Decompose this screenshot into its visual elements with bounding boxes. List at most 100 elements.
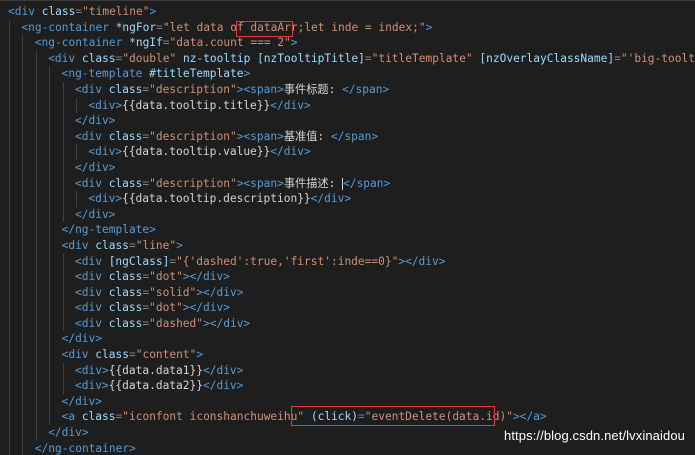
code-token-tag: </div>	[75, 114, 116, 128]
indent-guide	[22, 362, 24, 379]
code-token-str: let inde = index;"	[304, 20, 426, 34]
code-token-str: "double"	[122, 51, 177, 65]
indent-guide	[35, 66, 37, 82]
indent-guide	[49, 81, 51, 98]
code-line[interactable]: <div class="dashed"></div>	[0, 315, 695, 332]
code-token-tag: <span>	[243, 176, 284, 190]
indent-guide	[62, 81, 64, 98]
code-line[interactable]: <div class="timeline">	[0, 4, 695, 20]
code-token-tag: <div	[75, 254, 109, 268]
indent-guide	[35, 284, 37, 301]
indent-guide	[35, 237, 37, 254]
indent-guide	[9, 269, 10, 285]
indent-guide	[49, 393, 51, 410]
code-token-tag: </span>	[343, 176, 391, 190]
indent-guide	[49, 237, 51, 254]
code-token-tag: >	[512, 410, 520, 424]
indent-guide	[9, 191, 10, 207]
code-token-str: "dashed"	[149, 316, 204, 330]
code-line[interactable]: </div>	[0, 331, 695, 348]
code-line[interactable]: <div>{{data.tooltip.title}}</div>	[0, 97, 695, 114]
indent-guide	[35, 175, 37, 192]
indent-guide	[22, 331, 24, 348]
code-token-tag: <div	[75, 270, 109, 284]
indent-guide	[35, 425, 37, 441]
indent-guide	[22, 144, 24, 160]
code-line[interactable]: </div>	[0, 159, 695, 176]
code-line[interactable]: <div [ngClass]="{'dashed':true,'first':i…	[0, 253, 695, 270]
code-token-tag: >	[290, 36, 298, 50]
code-editor[interactable]: <div class="timeline"> <ng-container *ngF…	[0, 0, 695, 455]
code-line[interactable]: <div class="description"><span>基准值: </sp…	[0, 128, 695, 145]
code-line[interactable]: </ng-template>	[0, 222, 695, 238]
code-area[interactable]: <div class="timeline"> <ng-container *ngF…	[0, 4, 695, 455]
indent-guide	[22, 222, 24, 238]
code-line[interactable]: <div class="line">	[0, 237, 695, 254]
code-line[interactable]: <div class="description"><span>事件描述: </s…	[0, 175, 695, 192]
code-token-tag: </ng-template>	[61, 223, 156, 237]
indent-guide	[22, 159, 24, 176]
indent-guide	[49, 128, 51, 145]
indent-guide	[35, 191, 37, 207]
code-token-attr: class	[108, 301, 143, 315]
code-line[interactable]: <div>{{data.data2}}</div>	[0, 378, 695, 394]
code-token-tag: <div	[75, 285, 109, 299]
code-line[interactable]: </div>	[0, 113, 695, 129]
code-token-text: {{data.data1}}	[108, 363, 203, 377]
indent-guide	[22, 191, 24, 207]
indent-guide	[9, 19, 10, 36]
code-line[interactable]: <div class="content">	[0, 347, 695, 363]
code-token-tag: </div>	[270, 98, 311, 112]
code-token-attr: class	[41, 5, 76, 18]
code-token-attr: class	[108, 129, 143, 143]
indent-guide	[62, 284, 64, 301]
code-token-attr: class	[108, 82, 143, 96]
indent-guide	[9, 113, 10, 129]
indent-guide	[9, 331, 10, 348]
code-token-text: {{data.tooltip.title}}	[122, 98, 271, 112]
indent-guide	[62, 97, 64, 114]
indent-guide	[35, 128, 37, 145]
code-line[interactable]: </div>	[0, 206, 695, 223]
indent-guide	[62, 300, 64, 316]
indent-guide	[22, 206, 24, 223]
indent-guide	[49, 206, 51, 223]
indent-guide	[9, 222, 10, 238]
code-token-text: 事件标题:	[283, 82, 343, 96]
code-line[interactable]: <div>{{data.tooltip.description}}</div>	[0, 191, 695, 207]
code-line[interactable]: <div class="solid"></div>	[0, 284, 695, 301]
code-token-attr: class	[81, 51, 116, 65]
indent-guide	[35, 97, 37, 114]
code-token-str: "let data of	[162, 20, 251, 34]
code-line[interactable]: <div>{{data.tooltip.value}}</div>	[0, 144, 695, 160]
code-token-tag: ></div>	[196, 285, 244, 299]
code-token-str: "solid"	[149, 285, 197, 299]
indent-guide	[35, 393, 37, 410]
code-token-punct: =	[162, 36, 170, 50]
code-line[interactable]: <div class="dot"></div>	[0, 269, 695, 285]
code-token-attr: class	[95, 348, 129, 362]
indent-guide	[22, 409, 24, 426]
code-line[interactable]: <ng-container *ngIf="data.count === 2">	[0, 35, 695, 51]
indent-guide	[9, 128, 10, 145]
code-token-tag: ></div>	[182, 301, 230, 315]
code-line[interactable]: <ng-container *ngFor="let data of dataAr…	[0, 19, 695, 36]
code-line[interactable]: </div>	[0, 393, 695, 410]
indent-guide	[9, 237, 10, 254]
indent-guide	[49, 191, 51, 207]
code-line[interactable]: <a class = "iconfont iconshanchuweihu" (cl…	[0, 409, 695, 426]
code-token-str: "dot"	[149, 270, 183, 284]
code-line[interactable]: <div>{{data.data1}}</div>	[0, 362, 695, 379]
indent-guide	[9, 253, 10, 270]
code-line[interactable]: <div class="description"><span>事件标题: </s…	[0, 81, 695, 98]
code-token-text: 基准值:	[283, 129, 331, 143]
code-line[interactable]: <div class="dot"></div>	[0, 300, 695, 316]
code-line[interactable]: <div class = "double" nz-tooltip [nzToolti…	[0, 50, 695, 67]
indent-guide	[35, 362, 37, 379]
indent-guide	[9, 393, 10, 410]
code-line[interactable]: <ng-template #titleTemplate>	[0, 66, 695, 82]
indent-guide	[49, 66, 51, 82]
indent-guide	[22, 66, 24, 82]
indent-guide	[49, 113, 51, 129]
code-token-punct: =	[128, 238, 136, 252]
